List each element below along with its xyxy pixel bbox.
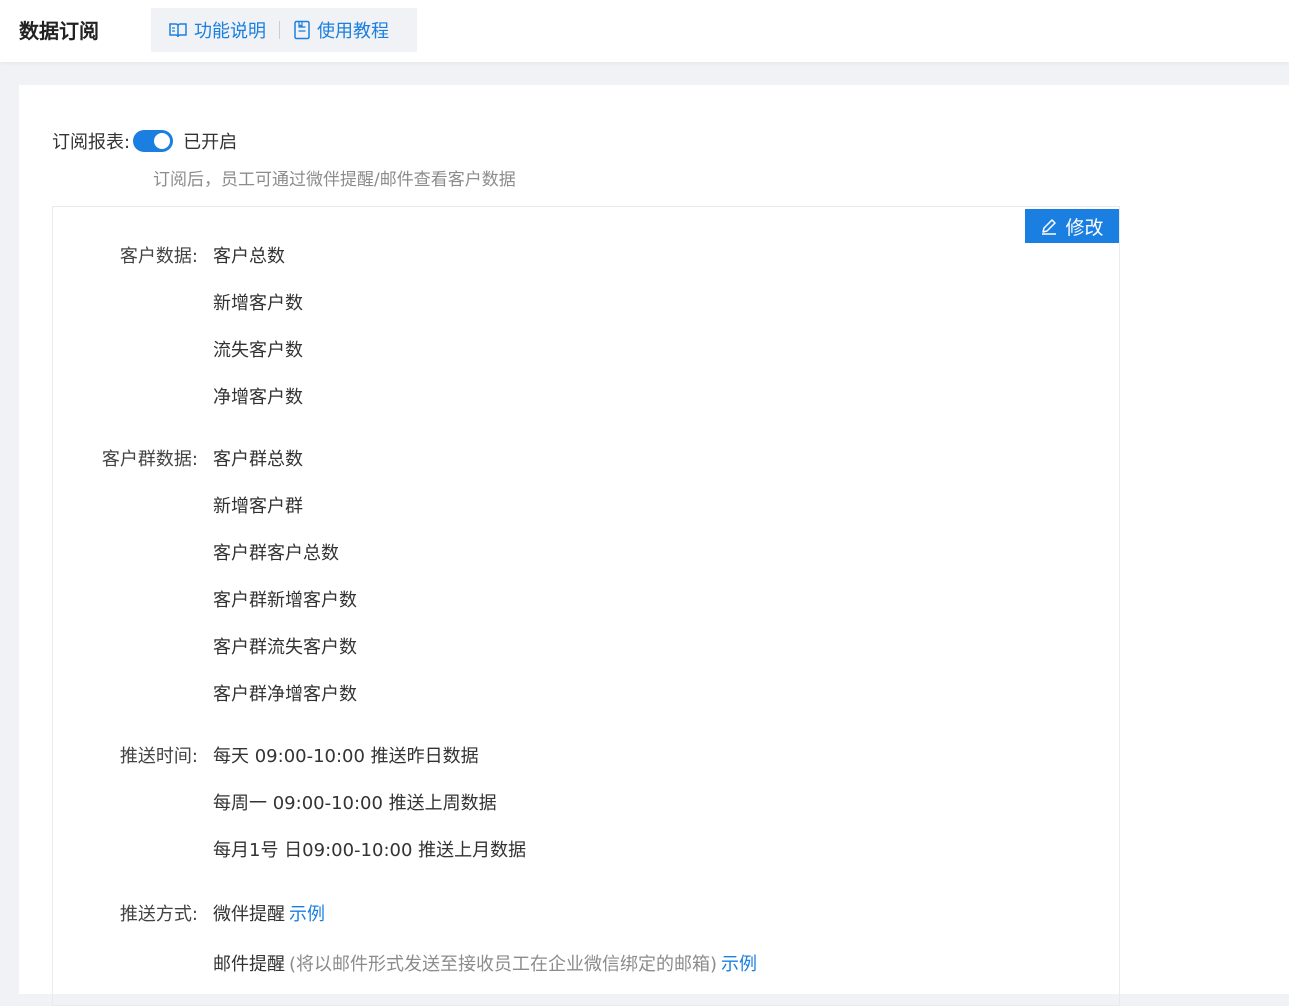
- group-data-label: 客户群数据:: [101, 449, 198, 470]
- push-time-items: 每天 09:00-10:00 推送昨日数据 每周一 09:00-10:00 推送…: [213, 744, 526, 885]
- list-item: 客户群流失客户数: [213, 637, 357, 658]
- list-item: 净增客户数: [213, 387, 303, 408]
- email-example-link[interactable]: 示例: [721, 954, 757, 975]
- pencil-icon: [1042, 219, 1057, 235]
- list-item: 客户群净增客户数: [213, 684, 357, 705]
- wechat-reminder-row: 微伴提醒 示例: [213, 902, 757, 952]
- subscription-toggle[interactable]: [133, 130, 174, 152]
- push-method-label: 推送方式:: [119, 904, 198, 925]
- list-item: 每周一 09:00-10:00 推送上周数据: [213, 793, 497, 814]
- subscription-label: 订阅报表:: [52, 132, 131, 153]
- push-time-label: 推送时间:: [119, 746, 198, 767]
- subscription-row: 订阅报表: 已开启: [52, 128, 237, 154]
- feature-description-link[interactable]: 功能说明: [168, 17, 266, 43]
- list-item: 新增客户群: [213, 496, 303, 517]
- list-item: 客户群新增客户数: [213, 590, 357, 611]
- group-data-items: 客户群总数 新增客户群 客户群客户总数 客户群新增客户数 客户群流失客户数 客户…: [213, 447, 357, 729]
- subscription-status: 已开启: [183, 132, 238, 153]
- list-item: 客户群客户总数: [213, 543, 339, 564]
- page-title: 数据订阅: [19, 19, 99, 43]
- list-item: 客户总数: [213, 246, 285, 267]
- main-panel: 订阅报表: 已开启 订阅后，员工可通过微伴提醒/邮件查看客户数据 修改 客户数据…: [19, 85, 1289, 1006]
- customer-data-items: 客户总数 新增客户数 流失客户数 净增客户数: [213, 244, 303, 432]
- wechat-reminder-label: 微伴提醒: [213, 904, 285, 925]
- book-icon: [169, 23, 187, 38]
- list-item: 流失客户数: [213, 340, 303, 361]
- email-reminder-label: 邮件提醒: [213, 954, 285, 975]
- list-item: 新增客户数: [213, 293, 303, 314]
- document-icon: [294, 20, 310, 40]
- list-item: 客户群总数: [213, 449, 303, 470]
- list-item: 每天 09:00-10:00 推送昨日数据: [213, 746, 479, 767]
- email-note: (将以邮件形式发送至接收员工在企业微信绑定的邮箱): [289, 954, 718, 975]
- feature-description-label: 功能说明: [194, 21, 266, 42]
- divider: [279, 21, 280, 39]
- help-links-bar: 功能说明 使用教程: [151, 8, 417, 52]
- tutorial-link[interactable]: 使用教程: [293, 17, 389, 43]
- list-item: 每月1号 日09:00-10:00 推送上月数据: [213, 840, 527, 861]
- edit-label: 修改: [1065, 216, 1104, 239]
- push-method-items: 微伴提醒 示例 邮件提醒 (将以邮件形式发送至接收员工在企业微信绑定的邮箱) 示例: [213, 902, 757, 999]
- wechat-example-link[interactable]: 示例: [289, 904, 325, 925]
- customer-data-label: 客户数据:: [119, 246, 198, 267]
- email-reminder-row: 邮件提醒 (将以邮件形式发送至接收员工在企业微信绑定的邮箱) 示例: [213, 952, 757, 999]
- top-header: 数据订阅 功能说明 使用教程: [0, 0, 1289, 62]
- subscription-detail-card: 修改 客户数据: 客户总数 新增客户数 流失客户数 净增客户数 客户群数据: 客…: [52, 206, 1120, 1006]
- edit-button[interactable]: 修改: [1025, 209, 1119, 243]
- tutorial-label: 使用教程: [317, 21, 389, 42]
- subscription-hint: 订阅后，员工可通过微伴提醒/邮件查看客户数据: [153, 170, 516, 190]
